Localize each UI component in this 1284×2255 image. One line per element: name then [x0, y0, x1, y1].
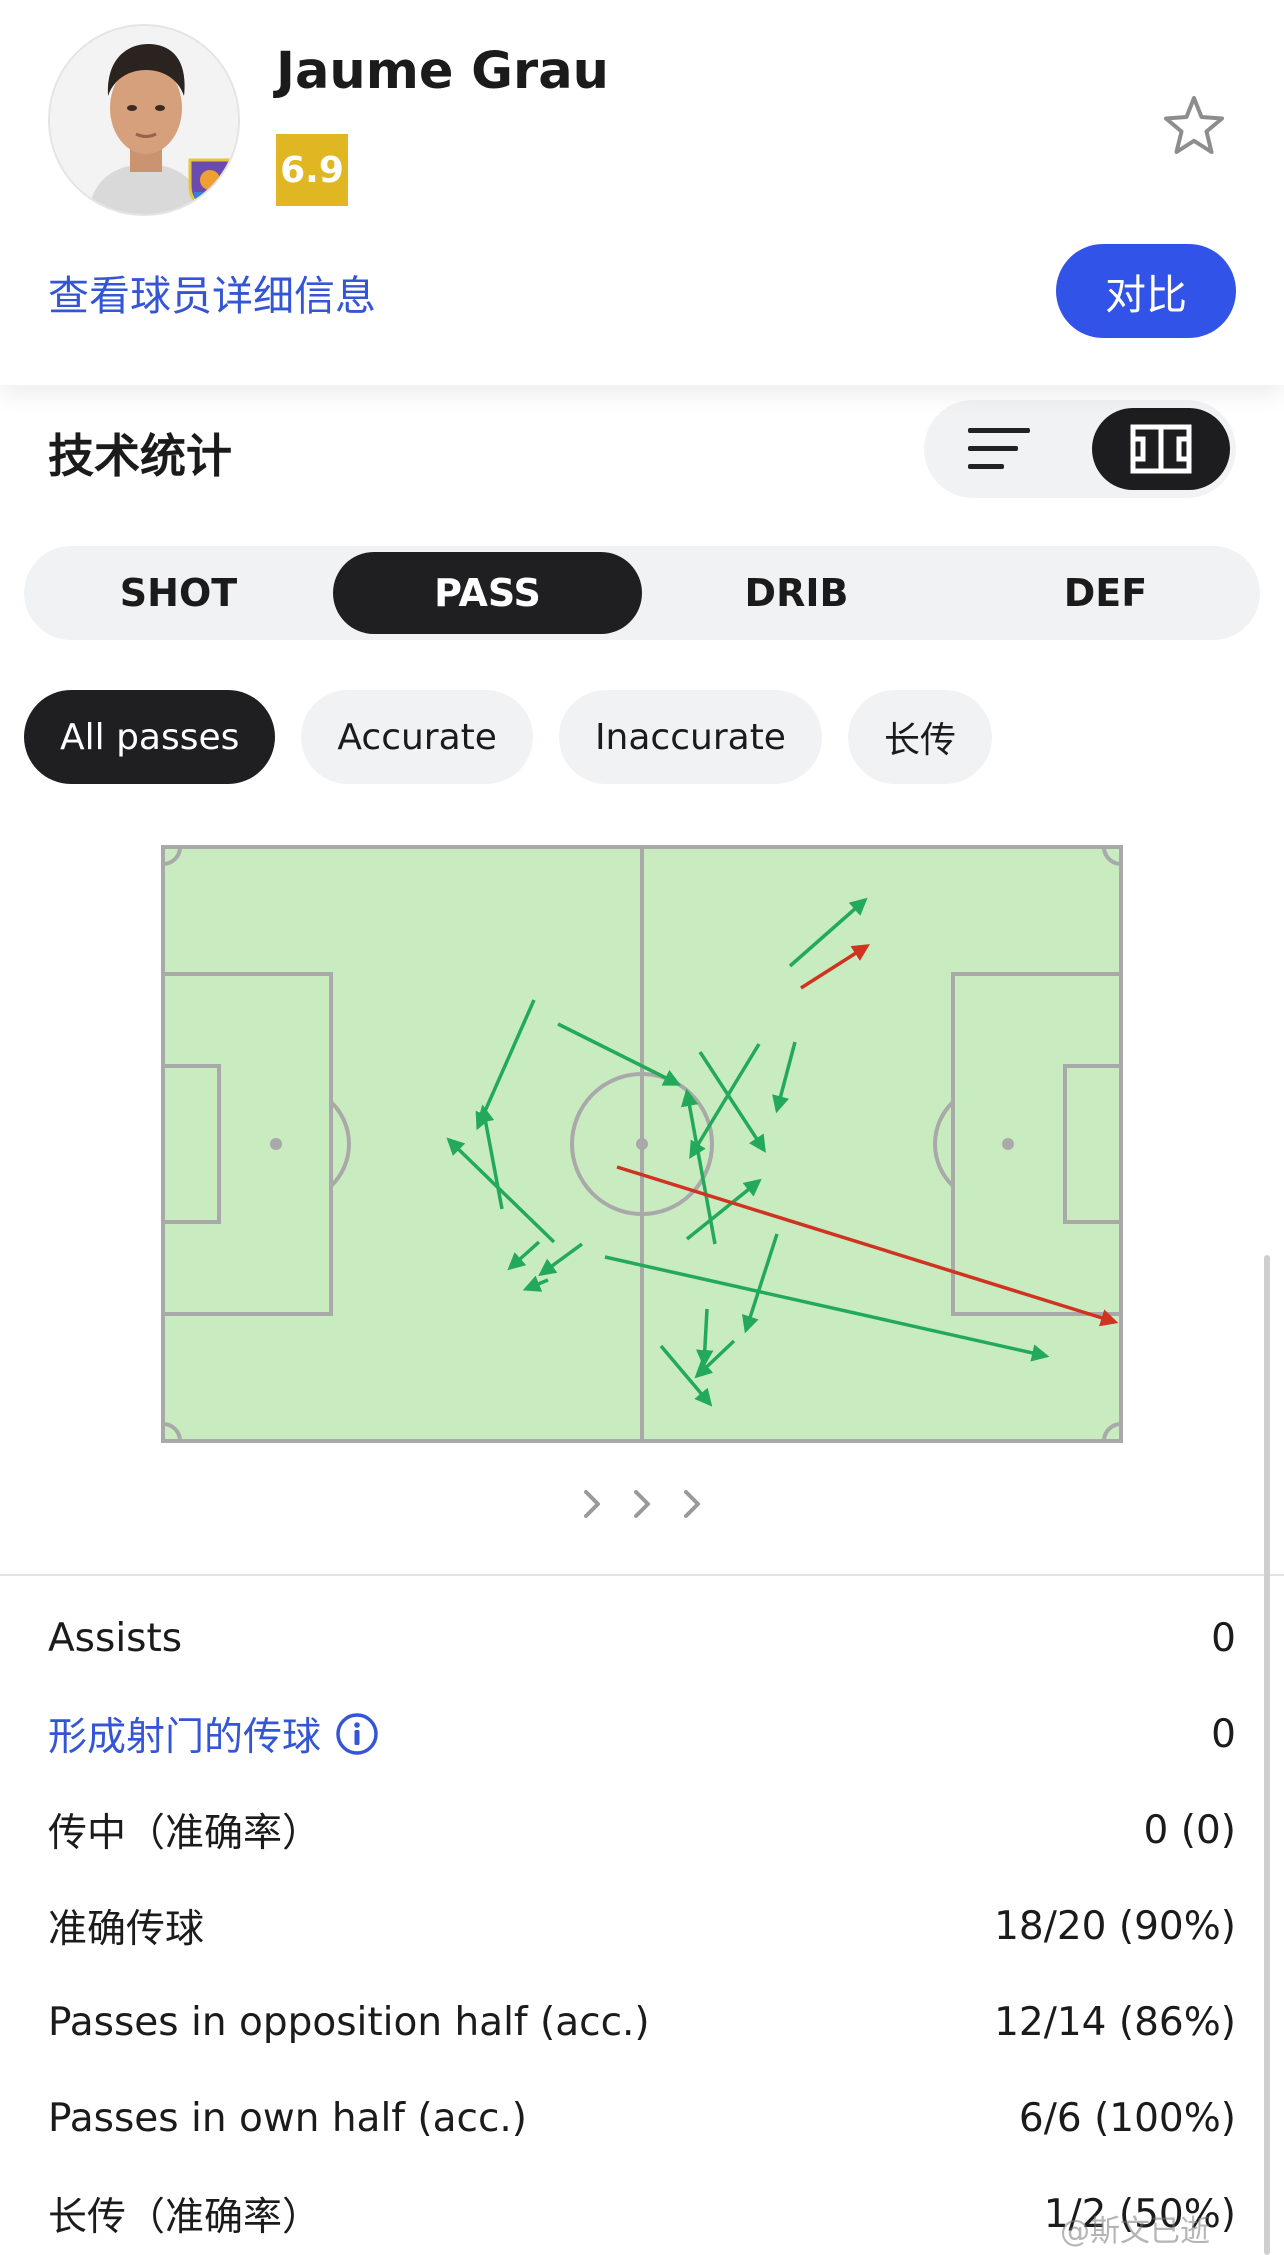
tab-shot[interactable]: SHOT — [24, 546, 333, 640]
stat-row-opposition-half-passes: Passes in opposition half (acc.) 12/14 (… — [48, 1974, 1236, 2070]
pitch-icon — [1130, 424, 1192, 474]
section-divider — [0, 1574, 1284, 1576]
stat-row-accurate-passes: 准确传球 18/20 (90%) — [48, 1878, 1236, 1974]
filter-accurate[interactable]: Accurate — [301, 690, 533, 784]
list-view-icon[interactable] — [964, 422, 1036, 476]
view-toggle — [924, 400, 1236, 498]
chevron-right-icon — [584, 1490, 600, 1518]
pass-filter-chips: All passes Accurate Inaccurate 长传 — [24, 690, 992, 784]
scrollbar[interactable] — [1264, 1255, 1270, 2255]
stat-category-tabs: SHOT PASS DRIB DEF — [24, 546, 1260, 640]
stat-label: Passes in opposition half (acc.) — [48, 1999, 650, 2045]
stat-value: 0 — [1211, 1711, 1236, 1757]
filter-long-pass[interactable]: 长传 — [847, 690, 992, 784]
info-icon[interactable] — [335, 1712, 379, 1756]
stat-label: 传中（准确率） — [48, 1811, 322, 1856]
filter-all-passes[interactable]: All passes — [24, 690, 276, 784]
compare-button[interactable]: 对比 — [1056, 244, 1236, 338]
pass-map-pitch — [161, 845, 1123, 1443]
stat-label-link[interactable]: 形成射门的传球 — [48, 1706, 379, 1762]
stat-value: 0 (0) — [1143, 1807, 1236, 1853]
club-crest-icon — [188, 158, 232, 212]
chevron-right-icon — [684, 1490, 700, 1518]
stat-row-crosses: 传中（准确率） 0 (0) — [48, 1782, 1236, 1878]
stat-label-text: 形成射门的传球 — [48, 1715, 322, 1760]
player-header: Jaume Grau 6.9 查看球员详细信息 对比 — [0, 0, 1284, 385]
stat-value: 0 — [1211, 1615, 1236, 1661]
stat-row-own-half-passes: Passes in own half (acc.) 6/6 (100%) — [48, 2070, 1236, 2166]
watermark: @斯文已逝 — [1060, 2214, 1210, 2249]
tab-pass[interactable]: PASS — [333, 552, 642, 634]
pitch-view-button[interactable] — [1092, 408, 1230, 490]
player-rating-badge: 6.9 — [276, 134, 348, 206]
section-title: 技术统计 — [48, 429, 232, 483]
chevron-right-icon — [634, 1490, 650, 1518]
stat-label: 长传（准确率） — [48, 2195, 322, 2240]
pass-stats-list: Assists 0 形成射门的传球 0 传中（准确率） 0 (0) 准确传球 1… — [48, 1590, 1236, 2255]
stat-value: 18/20 (90%) — [994, 1903, 1236, 1949]
stat-row-assists: Assists 0 — [48, 1590, 1236, 1686]
filter-inaccurate[interactable]: Inaccurate — [558, 690, 822, 784]
pitch-direction-indicator — [584, 1490, 700, 1518]
stat-row-long-balls: 长传（准确率） 1/2 (50%) — [48, 2166, 1236, 2255]
stat-value: 12/14 (86%) — [994, 1999, 1236, 2045]
tab-drib[interactable]: DRIB — [642, 546, 951, 640]
tab-def[interactable]: DEF — [951, 546, 1260, 640]
stat-label: Assists — [48, 1615, 183, 1661]
player-detail-link[interactable]: 查看球员详细信息 — [48, 262, 376, 322]
stat-label: Passes in own half (acc.) — [48, 2095, 528, 2141]
stat-value: 6/6 (100%) — [1018, 2095, 1236, 2141]
stat-row-shot-creating-passes[interactable]: 形成射门的传球 0 — [48, 1686, 1236, 1782]
stat-label: 准确传球 — [48, 1907, 205, 1952]
player-avatar[interactable] — [48, 24, 240, 216]
favorite-star-icon[interactable] — [1160, 92, 1228, 160]
player-name: Jaume Grau — [276, 42, 609, 101]
